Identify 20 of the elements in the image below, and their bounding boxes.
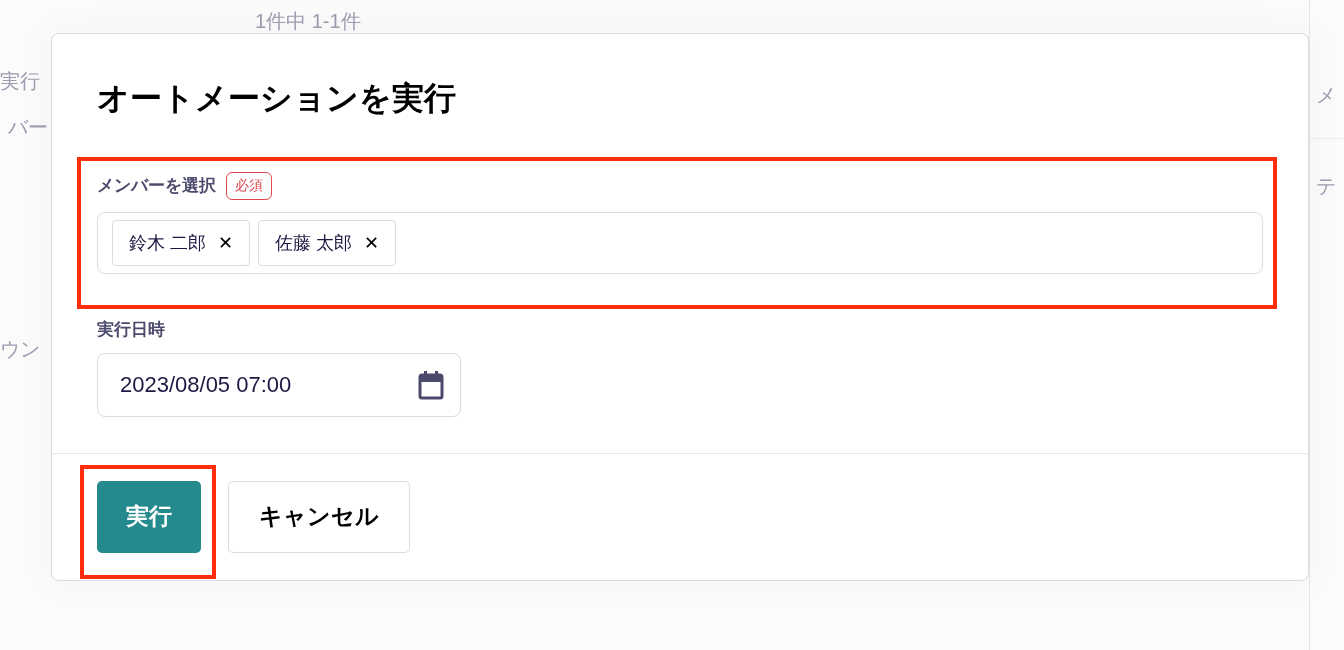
background-text: テ bbox=[1316, 174, 1336, 199]
datetime-value: 2023/08/05 07:00 bbox=[120, 371, 292, 398]
required-badge: 必須 bbox=[226, 171, 272, 200]
field-label: 実行日時 bbox=[97, 318, 166, 341]
background-text: 1件中 1-1件 bbox=[255, 9, 361, 34]
calendar-icon[interactable] bbox=[418, 369, 444, 400]
field-label: メンバーを選択 bbox=[97, 175, 216, 198]
remove-button[interactable]: ✕ bbox=[218, 231, 233, 254]
remove-button[interactable]: ✕ bbox=[364, 231, 380, 254]
member-name: 佐藤 太郎 bbox=[275, 231, 353, 255]
member-name: 鈴木 二郎 bbox=[129, 231, 206, 255]
cancel-button[interactable]: キャンセル bbox=[228, 480, 410, 553]
background-text: バー bbox=[8, 115, 48, 140]
background-text: 実行 bbox=[0, 69, 40, 94]
background-text: メ bbox=[1316, 83, 1336, 108]
datetime-field[interactable]: 2023/08/05 07:00 bbox=[97, 352, 461, 417]
dialog-title: オートメーションを実行 bbox=[97, 79, 457, 118]
background-text: ウン bbox=[0, 337, 40, 362]
run-button[interactable]: 実行 bbox=[97, 480, 201, 553]
member-select-field[interactable]: 鈴木 二郎 ✕ 佐藤 太郎 ✕ bbox=[97, 211, 1263, 274]
